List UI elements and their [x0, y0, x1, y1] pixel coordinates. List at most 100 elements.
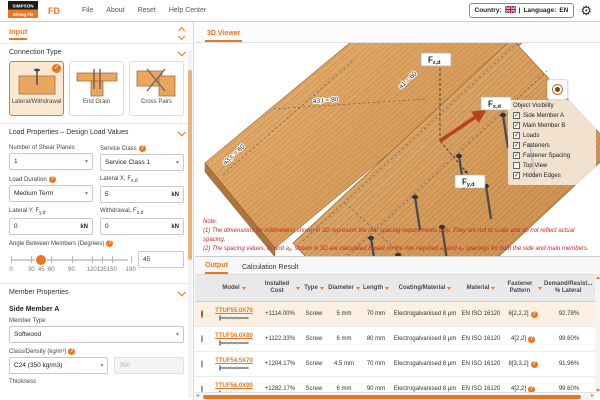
3d-scene[interactable]: a3,c = 60 a3,t = 80 a1 = 60 Fz,d Fx,d Fy… [195, 43, 600, 257]
load-duration-select[interactable]: Medium Term ▾ [9, 185, 93, 202]
checkbox-icon[interactable] [513, 162, 520, 169]
help-icon[interactable]: ? [530, 360, 538, 368]
chevron-down-icon [177, 127, 186, 136]
header-length[interactable]: Length [361, 285, 391, 292]
help-icon[interactable]: ? [68, 348, 76, 356]
cell-demand: 91.96% [558, 361, 580, 367]
section-load-properties[interactable]: Load Properties – Design Load Values [0, 123, 193, 140]
menu-about[interactable]: About [106, 7, 124, 14]
angle-slider[interactable]: 0 30 45 60 90 120 135 150 180 [9, 253, 136, 279]
panel-scrollbar[interactable] [188, 50, 192, 398]
card-label: Lateral/Withdrawal [11, 99, 62, 105]
country-language-selector[interactable]: Country: | Language: EN [468, 3, 575, 18]
header-model[interactable]: Model [209, 285, 259, 292]
table-horizontal-scrollbar[interactable]: ◂ ▸ [195, 392, 595, 400]
header-type[interactable]: Type [301, 285, 327, 292]
chevron-down-icon: ▾ [84, 191, 88, 197]
lateral-x-value: 5 [105, 191, 109, 199]
header-coating-material[interactable]: Coating/Material [391, 285, 459, 292]
angle-value-input[interactable]: 45 [138, 251, 184, 269]
language-label: Language: [523, 7, 557, 14]
filter-icon[interactable] [491, 286, 496, 290]
toggle-main-member-b[interactable]: Main Member B [513, 122, 591, 129]
row-radio[interactable] [201, 335, 203, 343]
filter-icon[interactable] [241, 286, 246, 290]
toggle-loads[interactable]: Loads [513, 132, 591, 139]
filter-icon[interactable] [538, 286, 542, 290]
chevron-down-icon [177, 47, 186, 56]
tab-3d-viewer[interactable]: 3D Viewer [205, 27, 243, 42]
checkbox-icon[interactable] [513, 172, 520, 179]
card-cross-pairs[interactable]: Cross Pairs [129, 61, 184, 116]
table-vertical-scrollbar[interactable] [595, 275, 600, 393]
menu-reset[interactable]: Reset [138, 7, 156, 14]
toggle-side-member-a[interactable]: Side Member A [513, 112, 591, 119]
cell-material: EN ISO 16120 [461, 336, 501, 342]
section-connection-type[interactable]: Connection Type [0, 43, 193, 60]
table-row[interactable]: TTUF55.0X70 +1114.00% Screw 5 mm 70 mm E… [195, 302, 595, 327]
member-type-value: Softwood [14, 331, 42, 339]
checkbox-icon[interactable] [513, 152, 520, 159]
help-icon[interactable]: ? [528, 335, 535, 343]
top-bar: SIMPSON Strong-Tie FD File About Reset H… [0, 0, 600, 22]
collapse-panel-icon[interactable] [177, 26, 186, 41]
lateral-y-input[interactable]: 0 kN [9, 218, 93, 236]
menu-file[interactable]: File [82, 7, 93, 14]
tab-output[interactable]: Output [205, 262, 228, 274]
settings-gear-icon[interactable]: ⚙ [580, 4, 592, 17]
note-line-2: (2) The spacing values, a₁ and a₂, shown… [203, 246, 589, 252]
checkbox-icon[interactable] [513, 122, 520, 129]
shear-planes-select[interactable]: 1 ▾ [9, 153, 93, 170]
filter-icon[interactable] [296, 286, 300, 290]
filter-icon[interactable] [355, 286, 360, 290]
row-radio[interactable] [201, 360, 203, 368]
filter-icon[interactable] [319, 286, 324, 290]
header-fastener-pattern[interactable]: Fastener Pattern [503, 281, 543, 294]
tab-calculation-result[interactable]: Calculation Result [242, 264, 298, 274]
help-icon[interactable]: ? [106, 240, 114, 248]
filter-icon[interactable] [447, 286, 452, 290]
table-row[interactable]: TTUF54.5X70 +1204.17% Screw 4.5 mm 70 mm… [195, 352, 595, 377]
screw-thumbnail-icon [219, 365, 250, 370]
class-density-select[interactable]: C24 (350 kg/m3) ▾ [9, 357, 109, 375]
load-properties-title: Load Properties – Design Load Values [9, 129, 129, 136]
filter-icon[interactable] [385, 286, 389, 290]
toggle-fastener-spacing[interactable]: Fastener Spacing [513, 152, 591, 159]
header-diameter[interactable]: Diameter [327, 285, 361, 292]
model-link[interactable]: TTUF56.0X90 [215, 383, 253, 389]
view-orbit-button[interactable] [547, 79, 568, 100]
toggle-fasteners[interactable]: Fasteners [513, 142, 591, 149]
toggle-hidden-edges[interactable]: Hidden Edges [513, 172, 591, 179]
checkbox-icon[interactable] [513, 132, 520, 139]
help-icon[interactable]: ? [48, 176, 56, 183]
header-demand-lateral[interactable]: Demand/Resist... % Lateral [543, 281, 595, 294]
header-material[interactable]: Material [459, 285, 503, 292]
scroll-right-icon[interactable]: ▸ [591, 393, 594, 399]
horizontal-scrollbar-thumb[interactable] [203, 394, 581, 399]
scroll-left-icon[interactable]: ◂ [196, 393, 199, 399]
member-type-select[interactable]: Softwood ▾ [9, 326, 184, 344]
toggle-top-view[interactable]: Top View [513, 162, 591, 169]
table-row[interactable]: TTUF56.0X90 +1282.17% Screw 6 mm 90 mm E… [195, 377, 595, 393]
header-installed-cost[interactable]: Installed Cost [259, 281, 301, 294]
service-class-select[interactable]: Service Class 1 ▾ [100, 154, 184, 171]
card-lateral-withdrawal[interactable]: ✓ Lateral/Withdrawal [9, 61, 64, 116]
section-member-properties[interactable]: Member Properties [0, 283, 193, 300]
help-icon[interactable]: ? [530, 310, 538, 318]
checkbox-icon[interactable] [513, 112, 520, 119]
help-icon[interactable]: ? [138, 145, 146, 152]
model-link[interactable]: TTUF55.0X70 [215, 308, 253, 314]
slider-handle[interactable] [36, 254, 47, 265]
withdrawal-input[interactable]: 0 kN [100, 218, 184, 236]
row-radio[interactable] [201, 310, 203, 318]
cross-pairs-icon [136, 68, 175, 97]
panel-scrollbar-thumb[interactable] [188, 70, 192, 260]
cell-type: Screw [305, 336, 323, 342]
checkbox-icon[interactable] [513, 142, 520, 149]
table-row[interactable]: TTUF56.0X80 +1122.33% Screw 6 mm 80 mm E… [195, 327, 595, 352]
model-link[interactable]: TTUF56.0X80 [215, 333, 253, 339]
menu-help-center[interactable]: Help Center [169, 7, 206, 14]
model-link[interactable]: TTUF54.5X70 [215, 358, 253, 364]
lateral-x-input[interactable]: 5 kN [100, 186, 184, 204]
card-end-grain[interactable]: End Grain [69, 61, 124, 116]
